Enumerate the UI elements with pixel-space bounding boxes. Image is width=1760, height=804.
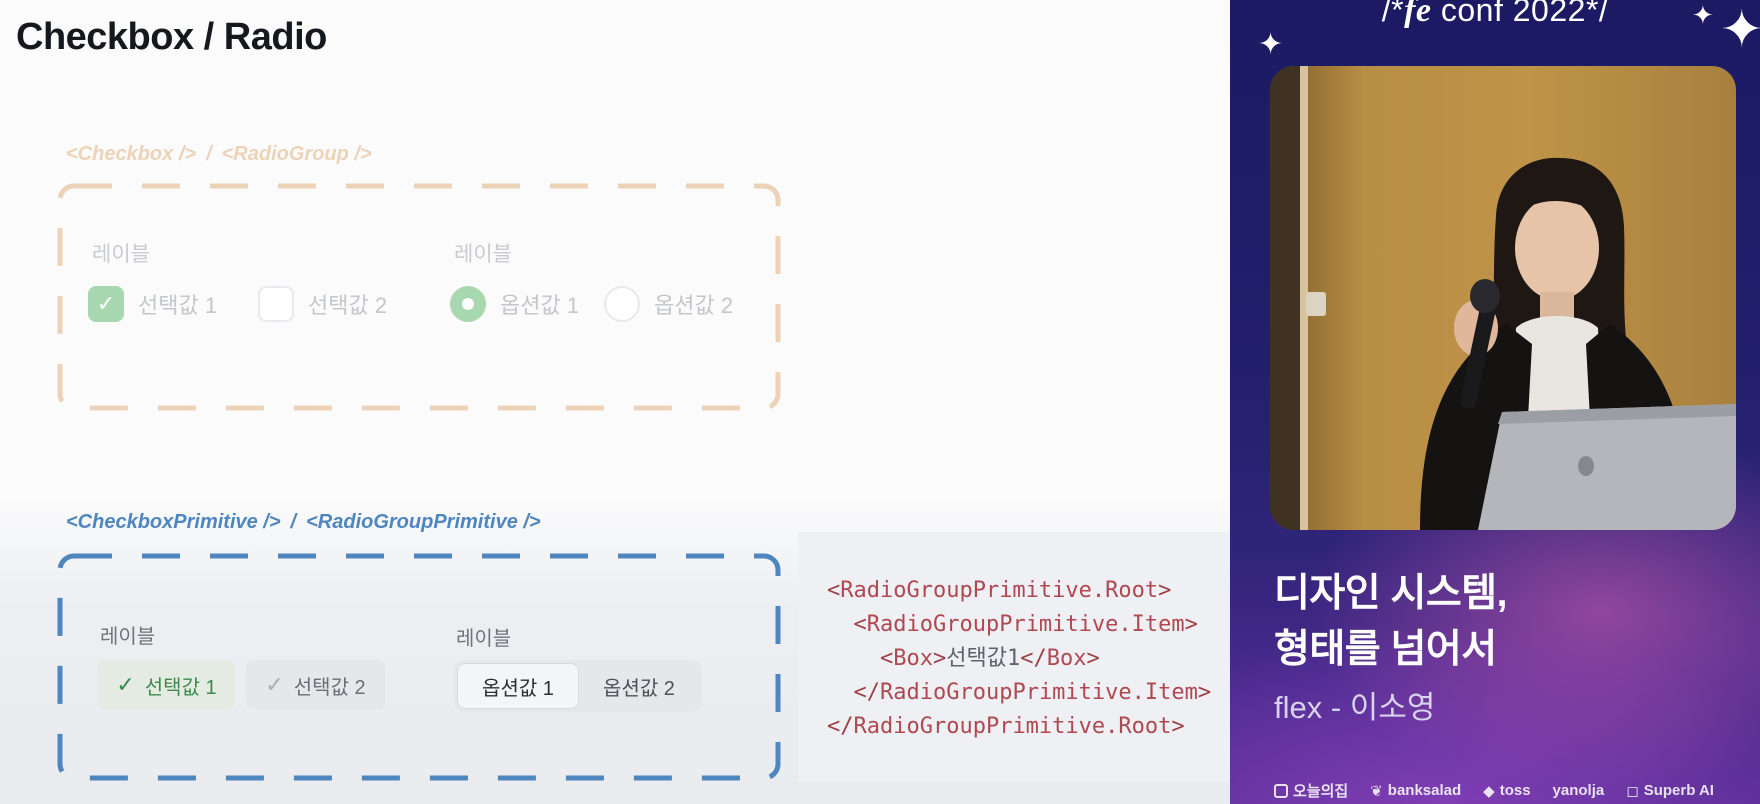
title-prefix: /* <box>1381 0 1405 28</box>
banksalad-icon: ❦ <box>1370 782 1383 800</box>
speaker-video <box>1270 66 1736 530</box>
fe-logo-mark: fe <box>1404 0 1432 29</box>
radio-primitive-option-2[interactable]: 옵션값 2 <box>579 663 699 709</box>
checkbox-primitive-group-label: 레이블 <box>100 626 156 648</box>
radio-primitive-option-1[interactable]: 옵션값 1 <box>457 663 579 709</box>
checkbox-unchecked[interactable] <box>258 286 294 322</box>
radio-primitive-group-label: 레이블 <box>456 628 512 650</box>
checkbox-component-label: <Checkbox /> / <RadioGroup /> <box>66 143 372 166</box>
label-separator: / <box>206 143 212 165</box>
sponsor-superb-ai: ◻ Superb AI <box>1626 782 1714 800</box>
checkbox-primitive-name: <CheckboxPrimitive /> <box>66 511 281 533</box>
chip-label: 선택값 1 <box>144 676 217 699</box>
radio-option-1[interactable]: 옵션값 1 <box>450 286 579 322</box>
title-main: conf 2022 <box>1440 0 1586 28</box>
radio-option-2[interactable]: 옵션값 2 <box>604 286 733 322</box>
radiogroup-component-name: <RadioGroup /> <box>221 143 372 165</box>
talk-title: 디자인 시스템, 형태를 넘어서 <box>1274 566 1507 678</box>
checkbox-option-label: 선택값 1 <box>138 293 218 318</box>
radio-option-label: 옵션값 1 <box>500 293 580 318</box>
radio-option-label: 옵션값 2 <box>654 293 734 318</box>
sponsor-bar: 오늘의집 ❦ banksalad ◆ toss yanolja ◻ Superb AI <box>1274 780 1714 801</box>
radiogroup-primitive-name: <RadioGroupPrimitive /> <box>306 511 541 533</box>
conference-panel: /*fe conf 2022*/ ✦ ✦ ✦ 디자인 시스템, 형태를 넘어서 … <box>1230 0 1760 804</box>
conference-title: /*fe conf 2022*/ <box>1230 0 1760 30</box>
checkbox-primitive-option-2[interactable]: ✓ 선택값 2 <box>246 660 385 710</box>
code-example: <RadioGroupPrimitive.Root> <RadioGroupPr… <box>798 532 1230 782</box>
code-line: </RadioGroupPrimitive.Root> <box>827 714 1185 739</box>
code-line: </RadioGroupPrimitive.Item> <box>853 680 1212 705</box>
chip-label: 선택값 2 <box>293 676 366 699</box>
sparkle-icon: ✦ <box>1720 1 1760 59</box>
checkbox-component-name: <Checkbox /> <box>66 143 197 165</box>
code-line: <Box>선택값1</Box> <box>879 646 1100 671</box>
checkbox-primitive-option-1[interactable]: ✓ 선택값 1 <box>98 660 235 710</box>
talk-title-line: 형태를 넘어서 <box>1274 628 1497 671</box>
radio-group-label: 레이블 <box>454 243 512 266</box>
check-icon: ✓ <box>265 672 284 697</box>
house-icon <box>1274 783 1288 798</box>
sponsor-banksalad: ❦ banksalad <box>1370 782 1462 800</box>
title-suffix: */ <box>1585 0 1609 28</box>
sponsor-ohouse: 오늘의집 <box>1274 780 1348 801</box>
radio-primitive-segmented: 옵션값 1 옵션값 2 <box>454 660 702 712</box>
code-line: <RadioGroupPrimitive.Root> <box>827 578 1172 603</box>
checkbox-option-2[interactable]: 선택값 2 <box>258 286 387 322</box>
checkbox-option-label: 선택값 2 <box>308 293 388 318</box>
primitive-component-label: <CheckboxPrimitive /> / <RadioGroupPrimiti… <box>66 511 541 534</box>
label-separator: / <box>290 511 297 533</box>
speaker-image <box>1270 66 1736 530</box>
superb-icon: ◻ <box>1626 782 1639 800</box>
toss-icon: ◆ <box>1483 782 1495 800</box>
code-line: <RadioGroupPrimitive.Item> <box>853 612 1198 637</box>
radio-selected[interactable] <box>450 286 486 322</box>
talk-title-line: 디자인 시스템, <box>1274 572 1507 615</box>
checkbox-radio-demo-box: 레이블 레이블 ✓ 선택값 1 선택값 2 옵션값 1 옵션값 2 <box>57 183 781 411</box>
check-icon: ✓ <box>116 672 135 697</box>
primitive-demo-box: 레이블 레이블 ✓ 선택값 1 ✓ 선택값 2 옵션값 1 옵션값 2 <box>57 553 781 781</box>
slide-title: Checkbox / Radio <box>16 16 327 58</box>
sponsor-yanolja: yanolja <box>1552 782 1605 799</box>
sparkle-icon: ✦ <box>1692 0 1714 30</box>
sparkle-icon: ✦ <box>1258 28 1284 61</box>
checkbox-option-1[interactable]: ✓ 선택값 1 <box>88 286 217 322</box>
checkbox-checked[interactable]: ✓ <box>88 286 124 322</box>
sponsor-toss: ◆ toss <box>1483 782 1531 800</box>
checkbox-group-label: 레이블 <box>92 243 150 266</box>
slide: Checkbox / Radio <Checkbox /> / <RadioGrou… <box>0 0 1230 804</box>
radio-unselected[interactable] <box>604 286 640 322</box>
speaker-name: flex - 이소영 <box>1274 690 1436 725</box>
